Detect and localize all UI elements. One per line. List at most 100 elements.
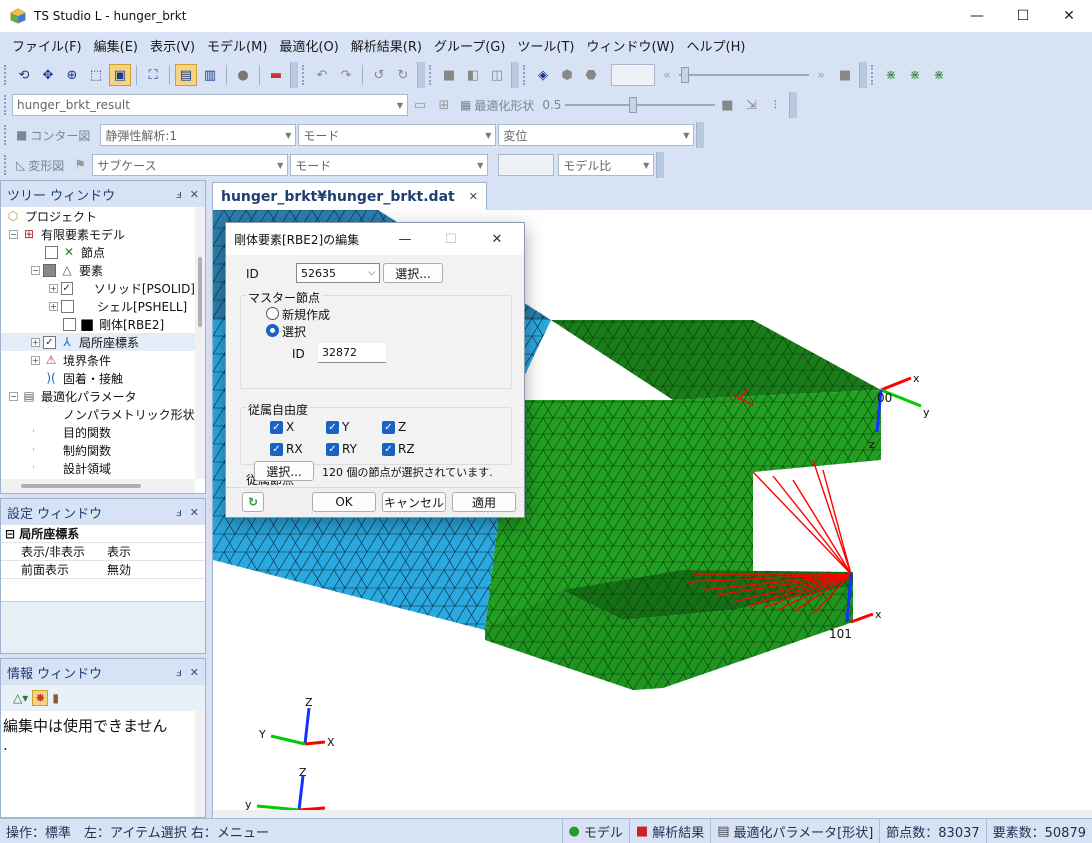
local-coord-checkbox[interactable]: ✓ — [43, 335, 56, 349]
dialog-close-button[interactable]: ✕ — [474, 223, 520, 255]
tree-item-constraint[interactable]: · 制約関数 — [1, 441, 195, 459]
redo-view-icon[interactable]: ↷ — [335, 64, 357, 86]
cancel-button[interactable]: キャンセル — [382, 492, 446, 512]
toolbar-grip[interactable] — [4, 155, 8, 175]
deform-settings-icon[interactable]: ⚑ — [69, 154, 91, 176]
toolbar-grip[interactable] — [871, 65, 875, 85]
tree-item-elements[interactable]: − △ 要素 — [1, 261, 195, 279]
close-icon[interactable]: ✕ — [190, 666, 199, 679]
info-vertical-scrollbar[interactable] — [195, 711, 205, 817]
minimize-button[interactable]: — — [954, 0, 1000, 32]
pin-icon[interactable]: ⅎ — [176, 666, 182, 679]
model-ratio-combo[interactable]: モデル比 ▼ — [558, 154, 655, 176]
id-select[interactable]: 52635 ⌵ — [296, 263, 380, 283]
property-row[interactable]: 前面表示 無効 — [1, 560, 205, 579]
close-icon[interactable]: ✕ — [469, 190, 478, 203]
collapse-icon[interactable]: − — [9, 229, 18, 239]
stop-icon[interactable]: ● — [232, 64, 254, 86]
menu-help[interactable]: ヘルプ(H) — [681, 36, 752, 55]
shell-checkbox[interactable] — [61, 299, 74, 313]
tree-vertical-scrollbar[interactable] — [195, 207, 205, 479]
rewind-icon[interactable]: « — [656, 64, 678, 86]
element-info-icon[interactable]: △▾ — [13, 691, 28, 705]
menu-file[interactable]: ファイル(F) — [6, 36, 88, 55]
dialog-title-bar[interactable]: 剛体要素[RBE2]の編集 — ☐ ✕ — [226, 223, 524, 255]
shape-export-icon[interactable]: ⇲ — [740, 94, 762, 116]
status-result[interactable]: ■ 解析結果 — [628, 818, 710, 843]
toolbar-grip[interactable] — [4, 65, 8, 85]
display-edge-icon[interactable]: ◧ — [462, 64, 484, 86]
dependent-select-button[interactable]: 選択... — [254, 461, 314, 481]
deform-mode-combo[interactable]: モード ▼ — [290, 154, 489, 176]
ok-button[interactable]: OK — [312, 492, 376, 512]
menu-results[interactable]: 解析結果(R) — [345, 36, 428, 55]
front-view-icon[interactable]: ▤ — [175, 64, 197, 86]
pin-icon[interactable]: ⅎ — [176, 506, 182, 519]
toolbar-grip[interactable] — [4, 125, 8, 145]
back-view-icon[interactable]: ▥ — [199, 64, 221, 86]
dof-rz-checkbox[interactable]: ✓ — [382, 443, 395, 456]
tree-item-boundary[interactable]: + ⚠ 境界条件 — [1, 351, 195, 369]
tree-horizontal-scrollbar[interactable] — [1, 479, 195, 493]
collapse-icon[interactable]: − — [31, 265, 40, 275]
menu-optimize[interactable]: 最適化(O) — [273, 36, 344, 55]
result-combo[interactable]: hunger_brkt_result ▼ — [12, 94, 408, 116]
color-icon[interactable]: ▬ — [265, 64, 287, 86]
expand-icon[interactable]: + — [31, 337, 40, 347]
menu-window[interactable]: ウィンドウ(W) — [581, 36, 681, 55]
close-button[interactable]: ✕ — [1046, 0, 1092, 32]
status-optparam[interactable]: ▤ 最適化パラメータ[形状] — [710, 818, 879, 843]
fit-icon[interactable]: ⛶ — [142, 64, 164, 86]
expand-icon[interactable]: + — [49, 301, 58, 311]
collapse-icon[interactable]: − — [9, 391, 18, 401]
expand-icon[interactable]: + — [49, 283, 58, 293]
clipboard-icon[interactable]: ▮ — [52, 691, 59, 705]
toolbar-overflow[interactable] — [859, 62, 867, 88]
refresh-icon[interactable]: ↻ — [242, 492, 264, 512]
graph-x-icon[interactable]: ⋇ — [880, 64, 902, 86]
animation-slider[interactable] — [679, 64, 809, 86]
toolbar-grip[interactable] — [4, 95, 8, 115]
dof-rx-checkbox[interactable]: ✓ — [270, 443, 283, 456]
fast-forward-icon[interactable]: » — [810, 64, 832, 86]
result-add-icon[interactable]: ⊞ — [433, 94, 455, 116]
graph-z-icon[interactable]: ⋇ — [928, 64, 950, 86]
tree-item-solid[interactable]: + ✓ ソリッド[PSOLID] — [1, 279, 195, 297]
rotate-icon[interactable]: ⟲ — [13, 64, 35, 86]
property-value[interactable]: 表示 — [103, 542, 205, 561]
viewport-scrollbar[interactable] — [213, 810, 1092, 818]
zoom-box-icon[interactable]: ⬚ — [85, 64, 107, 86]
property-row[interactable]: 表示/非表示 表示 — [1, 542, 205, 561]
mode-combo[interactable]: モード ▼ — [298, 124, 497, 146]
tree-item-opt-params[interactable]: − ▤ 最適化パラメータ — [1, 387, 195, 405]
tree-item-shell[interactable]: + シェル[PSHELL] — [1, 297, 195, 315]
close-icon[interactable]: ✕ — [190, 188, 199, 201]
mesh-box-icon[interactable]: ◈ — [532, 64, 554, 86]
menu-view[interactable]: 表示(V) — [144, 36, 201, 55]
solid-checkbox[interactable]: ✓ — [60, 281, 73, 295]
apply-button[interactable]: 適用 — [452, 492, 516, 512]
tree-item-rigid[interactable]: ■ 剛体[RBE2] — [1, 315, 195, 333]
menu-tools[interactable]: ツール(T) — [511, 36, 580, 55]
tree-item-local-coord[interactable]: + ✓ ⅄ 局所座標系 — [1, 333, 195, 351]
menu-edit[interactable]: 編集(E) — [88, 36, 144, 55]
result-list-icon[interactable]: ▭ — [409, 94, 431, 116]
hex-icon[interactable]: ⬢ — [556, 64, 578, 86]
apply-shape-icon[interactable]: ■ — [716, 94, 738, 116]
subcase-combo[interactable]: サブケース ▼ — [92, 154, 289, 176]
toolbar-overflow[interactable] — [511, 62, 519, 88]
deform-toggle[interactable]: ◺ 変形図 — [12, 157, 68, 174]
toolbar-overflow[interactable] — [789, 92, 798, 118]
dof-x-checkbox[interactable]: ✓ — [270, 421, 283, 434]
maximize-button[interactable]: ☐ — [1000, 0, 1046, 32]
pin-icon[interactable]: ⅎ — [176, 188, 182, 201]
select-mode-icon[interactable]: ▣ — [109, 64, 131, 86]
analysis-combo[interactable]: 静弾性解析:1 ▼ — [100, 124, 297, 146]
pan-icon[interactable]: ✥ — [37, 64, 59, 86]
nodes-checkbox[interactable] — [45, 245, 58, 259]
expand-icon[interactable]: · — [29, 445, 38, 455]
variable-combo[interactable]: 変位 ▼ — [498, 124, 695, 146]
toolbar-overflow[interactable] — [656, 152, 665, 178]
tree-item-contact[interactable]: )( 固着・接触 — [1, 369, 195, 387]
tree-item-design-region[interactable]: · 設計領域 — [1, 459, 195, 477]
